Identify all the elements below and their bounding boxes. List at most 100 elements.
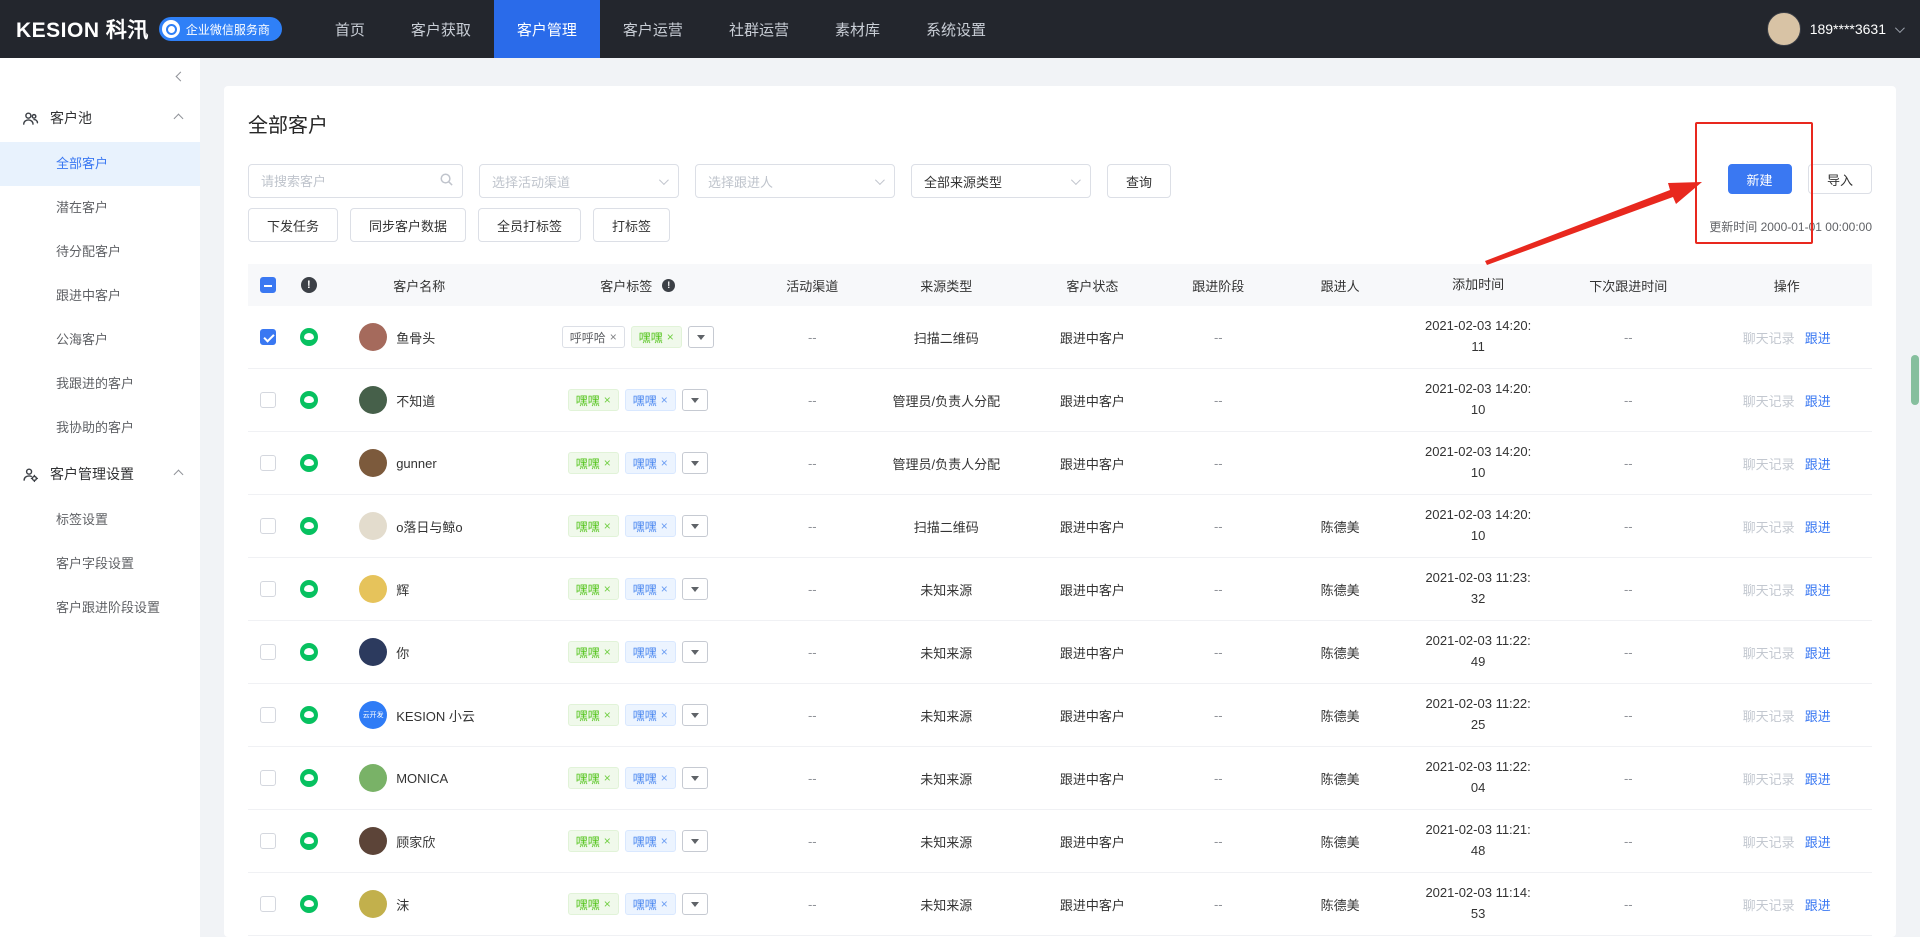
import-button[interactable]: 导入 (1808, 164, 1872, 194)
row-checkbox[interactable] (260, 581, 276, 597)
row-checkbox[interactable] (260, 518, 276, 534)
follow-link[interactable]: 跟进 (1805, 832, 1831, 851)
chat-log-link[interactable]: 聊天记录 (1743, 517, 1795, 536)
nav-item[interactable]: 系统设置 (903, 0, 1009, 58)
follow-link[interactable]: 跟进 (1805, 454, 1831, 473)
follow-link[interactable]: 跟进 (1805, 706, 1831, 725)
sync-customer-data-button[interactable]: 同步客户数据 (350, 208, 466, 242)
remove-tag-icon[interactable]: × (661, 771, 668, 785)
sidebar-item[interactable]: 公海客户 (0, 318, 200, 362)
add-tag-dropdown-button[interactable] (682, 767, 708, 789)
sidebar-item[interactable]: 标签设置 (0, 498, 200, 542)
user-menu[interactable]: 189****3631 (1767, 12, 1902, 46)
follow-link[interactable]: 跟进 (1805, 328, 1831, 347)
chat-log-link[interactable]: 聊天记录 (1743, 769, 1795, 788)
row-checkbox[interactable] (260, 707, 276, 723)
add-tag-dropdown-button[interactable] (688, 326, 714, 348)
add-tag-dropdown-button[interactable] (682, 641, 708, 663)
row-checkbox[interactable] (260, 329, 276, 345)
tag-button[interactable]: 打标签 (593, 208, 670, 242)
row-checkbox[interactable] (260, 770, 276, 786)
row-checkbox[interactable] (260, 644, 276, 660)
table-row: 顾家欣 嘿嘿×嘿嘿× -- 未知来源 跟进中客户 -- 陈德美 2021-02-… (248, 810, 1872, 873)
add-tag-dropdown-button[interactable] (682, 389, 708, 411)
add-tag-dropdown-button[interactable] (682, 830, 708, 852)
follow-link[interactable]: 跟进 (1805, 517, 1831, 536)
query-button[interactable]: 查询 (1107, 164, 1171, 198)
tag-label: 嘿嘿 (633, 455, 657, 472)
follow-link[interactable]: 跟进 (1805, 391, 1831, 410)
remove-tag-icon[interactable]: × (604, 582, 611, 596)
add-time-line1: 2021-02-03 11:22: (1425, 757, 1530, 778)
create-button[interactable]: 新建 (1728, 164, 1792, 194)
nav-item[interactable]: 客户运营 (600, 0, 706, 58)
scrollbar-thumb[interactable] (1911, 355, 1919, 405)
remove-tag-icon[interactable]: × (661, 456, 668, 470)
sidebar-item[interactable]: 客户字段设置 (0, 542, 200, 586)
chat-log-link[interactable]: 聊天记录 (1743, 832, 1795, 851)
nav-item[interactable]: 客户获取 (388, 0, 494, 58)
chat-log-link[interactable]: 聊天记录 (1743, 328, 1795, 347)
sidebar-item[interactable]: 潜在客户 (0, 186, 200, 230)
collapse-sidebar-button[interactable] (0, 58, 200, 94)
select-all-checkbox[interactable] (260, 277, 276, 293)
remove-tag-icon[interactable]: × (604, 834, 611, 848)
remove-tag-icon[interactable]: × (661, 897, 668, 911)
sidebar-item[interactable]: 跟进中客户 (0, 274, 200, 318)
chat-log-link[interactable]: 聊天记录 (1743, 706, 1795, 725)
sidebar-item[interactable]: 待分配客户 (0, 230, 200, 274)
add-tag-dropdown-button[interactable] (682, 452, 708, 474)
remove-tag-icon[interactable]: × (661, 645, 668, 659)
nav-item[interactable]: 首页 (312, 0, 388, 58)
row-checkbox[interactable] (260, 896, 276, 912)
row-checkbox[interactable] (260, 833, 276, 849)
chat-log-link[interactable]: 聊天记录 (1743, 895, 1795, 914)
remove-tag-icon[interactable]: × (604, 519, 611, 533)
chat-log-link[interactable]: 聊天记录 (1743, 391, 1795, 410)
follow-link[interactable]: 跟进 (1805, 769, 1831, 788)
remove-tag-icon[interactable]: × (667, 330, 674, 344)
remove-tag-icon[interactable]: × (661, 708, 668, 722)
chat-log-link[interactable]: 聊天记录 (1743, 454, 1795, 473)
nav-item[interactable]: 客户管理 (494, 0, 600, 58)
column-header-label: 来源类型 (920, 276, 972, 295)
sidebar-item[interactable]: 全部客户 (0, 142, 200, 186)
sidebar-item[interactable]: 客户跟进阶段设置 (0, 586, 200, 630)
sidebar-group-header[interactable]: 客户池 (0, 94, 200, 142)
add-time-line2: 04 (1471, 778, 1485, 799)
follow-link[interactable]: 跟进 (1805, 580, 1831, 599)
remove-tag-icon[interactable]: × (661, 393, 668, 407)
follower-select[interactable]: 选择跟进人 (695, 164, 895, 198)
source-type-select[interactable]: 全部来源类型 (911, 164, 1091, 198)
customer-search-input[interactable] (248, 164, 463, 198)
activity-channel-select[interactable]: 选择活动渠道 (479, 164, 679, 198)
chat-log-link[interactable]: 聊天记录 (1743, 580, 1795, 599)
add-tag-dropdown-button[interactable] (682, 515, 708, 537)
remove-tag-icon[interactable]: × (661, 582, 668, 596)
sidebar-group-header[interactable]: 客户管理设置 (0, 450, 200, 498)
follow-link[interactable]: 跟进 (1805, 643, 1831, 662)
remove-tag-icon[interactable]: × (610, 330, 617, 344)
row-checkbox[interactable] (260, 455, 276, 471)
row-checkbox[interactable] (260, 392, 276, 408)
add-tag-dropdown-button[interactable] (682, 578, 708, 600)
sidebar-item[interactable]: 我协助的客户 (0, 406, 200, 450)
remove-tag-icon[interactable]: × (604, 771, 611, 785)
nav-item[interactable]: 素材库 (812, 0, 903, 58)
remove-tag-icon[interactable]: × (604, 393, 611, 407)
tag-all-button[interactable]: 全员打标签 (478, 208, 581, 242)
dispatch-task-button[interactable]: 下发任务 (248, 208, 338, 242)
add-tag-dropdown-button[interactable] (682, 704, 708, 726)
remove-tag-icon[interactable]: × (661, 834, 668, 848)
remove-tag-icon[interactable]: × (604, 645, 611, 659)
remove-tag-icon[interactable]: × (604, 456, 611, 470)
add-tag-dropdown-button[interactable] (682, 893, 708, 915)
remove-tag-icon[interactable]: × (604, 708, 611, 722)
remove-tag-icon[interactable]: × (604, 897, 611, 911)
chat-log-link[interactable]: 聊天记录 (1743, 643, 1795, 662)
sidebar-item[interactable]: 我跟进的客户 (0, 362, 200, 406)
follow-link[interactable]: 跟进 (1805, 895, 1831, 914)
nav-item[interactable]: 社群运营 (706, 0, 812, 58)
remove-tag-icon[interactable]: × (661, 519, 668, 533)
vertical-scrollbar[interactable] (1911, 58, 1919, 937)
